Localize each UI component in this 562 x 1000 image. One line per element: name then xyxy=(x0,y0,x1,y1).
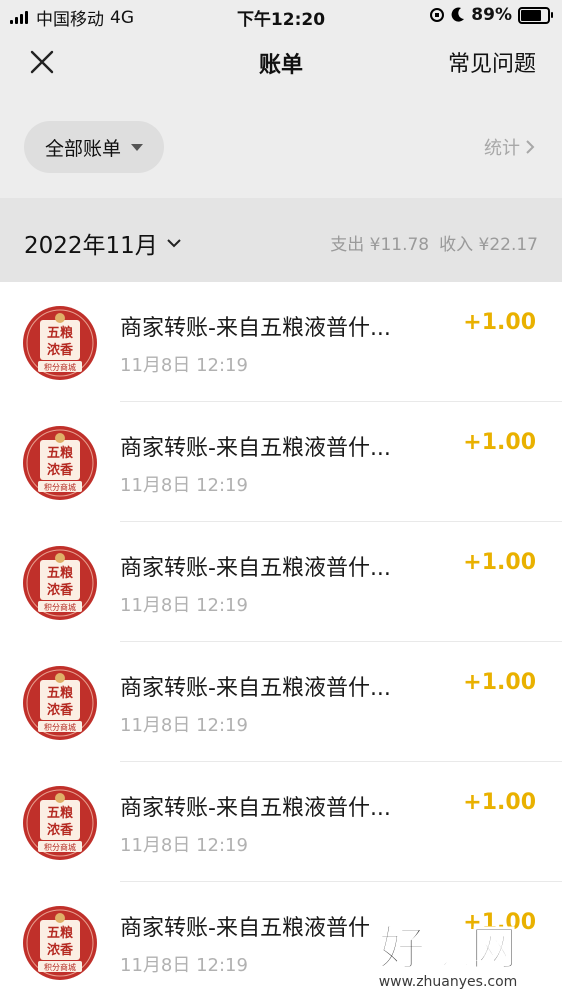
transaction-row[interactable]: 五粮 浓香 积分商城 商家转账-来自五粮液普什... 11月8日 12:19 +… xyxy=(0,762,562,882)
logo-text-bottom: 浓香 xyxy=(47,462,74,478)
logo-text-top: 五粮 xyxy=(47,565,74,581)
watermark-url: www.zhuanyes.com xyxy=(379,974,518,990)
logo-text-top: 五粮 xyxy=(47,325,74,341)
battery-fill xyxy=(521,9,541,21)
expense-total: 支出 ¥11.78 xyxy=(330,235,430,255)
logo-caption: 积分商城 xyxy=(44,722,76,732)
transaction-title: 商家转账-来自五粮液普什... xyxy=(120,676,391,701)
logo-text-bottom: 浓香 xyxy=(47,342,74,358)
transaction-title: 商家转账-来自五粮液普什... xyxy=(120,556,391,581)
moon-icon xyxy=(451,7,465,22)
logo-text-bottom: 浓香 xyxy=(47,702,74,718)
transaction-title: 商家转账-来自五粮液普什... xyxy=(120,796,391,821)
logo-caption: 积分商城 xyxy=(44,962,76,972)
chevron-right-icon xyxy=(526,140,535,154)
transaction-title: 商家转账-来自五粮液普什... xyxy=(120,436,391,461)
merchant-logo-icon: 五粮 浓香 积分商城 xyxy=(23,546,97,620)
merchant-logo-icon: 五粮 浓香 积分商城 xyxy=(23,666,97,740)
logo-caption: 积分商城 xyxy=(44,362,76,372)
logo-text-bottom: 浓香 xyxy=(47,942,74,958)
rotation-lock-icon xyxy=(430,8,445,22)
transaction-time: 11月8日 12:19 xyxy=(120,355,248,376)
logo-caption: 积分商城 xyxy=(44,602,76,612)
transaction-row[interactable]: 五粮 浓香 积分商城 商家转账-来自五粮液普什... 11月8日 12:19 +… xyxy=(0,282,562,402)
status-bar: 中国移动 4G 下午12:20 89% xyxy=(0,0,562,32)
merchant-logo-icon: 五粮 浓香 积分商城 xyxy=(23,786,97,860)
transaction-amount: +1.00 xyxy=(463,550,536,575)
transaction-amount: +1.00 xyxy=(463,670,536,695)
logo-text-bottom: 浓香 xyxy=(47,822,74,838)
month-summary: 支出 ¥11.78 收入 ¥22.17 xyxy=(320,230,538,255)
logo-caption: 积分商城 xyxy=(44,842,76,852)
transaction-time: 11月8日 12:19 xyxy=(120,595,248,616)
transaction-time: 11月8日 12:19 xyxy=(120,835,248,856)
nav-bar: 账单 常见问题 xyxy=(0,32,562,94)
transaction-title: 商家转账-来自五粮液普什 xyxy=(120,916,370,941)
chevron-down-icon xyxy=(167,239,181,248)
battery-percent: 89% xyxy=(471,5,512,25)
merchant-logo-icon: 五粮 浓香 积分商城 xyxy=(23,426,97,500)
watermark-logo: 好赚网 www.zhuanyes.com xyxy=(377,920,518,990)
transaction-time: 11月8日 12:19 xyxy=(120,475,248,496)
bill-filter-label: 全部账单 xyxy=(44,137,121,160)
logo-text-bottom: 浓香 xyxy=(47,582,74,598)
transaction-amount: +1.00 xyxy=(463,430,536,455)
merchant-logo-icon: 五粮 浓香 积分商城 xyxy=(23,906,97,980)
logo-text-top: 五粮 xyxy=(47,805,74,821)
transaction-row[interactable]: 五粮 浓香 积分商城 商家转账-来自五粮液普什... 11月8日 12:19 +… xyxy=(0,522,562,642)
transaction-amount: +1.00 xyxy=(463,790,536,815)
logo-caption: 积分商城 xyxy=(44,482,76,492)
logo-text-top: 五粮 xyxy=(47,685,74,701)
bill-filter-button[interactable]: 全部账单 xyxy=(24,121,164,173)
logo-text-top: 五粮 xyxy=(47,445,74,461)
transaction-row[interactable]: 五粮 浓香 积分商城 商家转账-来自五粮液普什... 11月8日 12:19 +… xyxy=(0,642,562,762)
transaction-amount: +1.00 xyxy=(463,310,536,335)
month-selector[interactable]: 2022年11月 xyxy=(24,226,182,260)
logo-text-top: 五粮 xyxy=(47,925,74,941)
status-right: 89% xyxy=(429,5,553,25)
stats-label: 统计 xyxy=(484,138,520,159)
month-header: 2022年11月 支出 ¥11.78 收入 ¥22.17 xyxy=(0,198,562,282)
stats-link[interactable]: 统计 xyxy=(484,134,536,160)
battery-icon xyxy=(518,6,553,24)
caret-down-icon xyxy=(131,143,143,151)
transaction-title: 商家转账-来自五粮液普什... xyxy=(120,316,391,341)
transaction-time: 11月8日 12:19 xyxy=(120,715,248,736)
income-total: 收入 ¥22.17 xyxy=(439,235,538,255)
month-label: 2022年11月 xyxy=(24,233,158,259)
transaction-row[interactable]: 五粮 浓香 积分商城 商家转账-来自五粮液普什... 11月8日 12:19 +… xyxy=(0,402,562,522)
transaction-list: 五粮 浓香 积分商城 商家转账-来自五粮液普什... 11月8日 12:19 +… xyxy=(0,282,562,1000)
faq-link[interactable]: 常见问题 xyxy=(448,46,536,78)
transaction-time: 11月8日 12:19 xyxy=(120,955,248,976)
watermark-title: 好赚网 xyxy=(378,921,517,975)
merchant-logo-icon: 五粮 浓香 积分商城 xyxy=(23,306,97,380)
